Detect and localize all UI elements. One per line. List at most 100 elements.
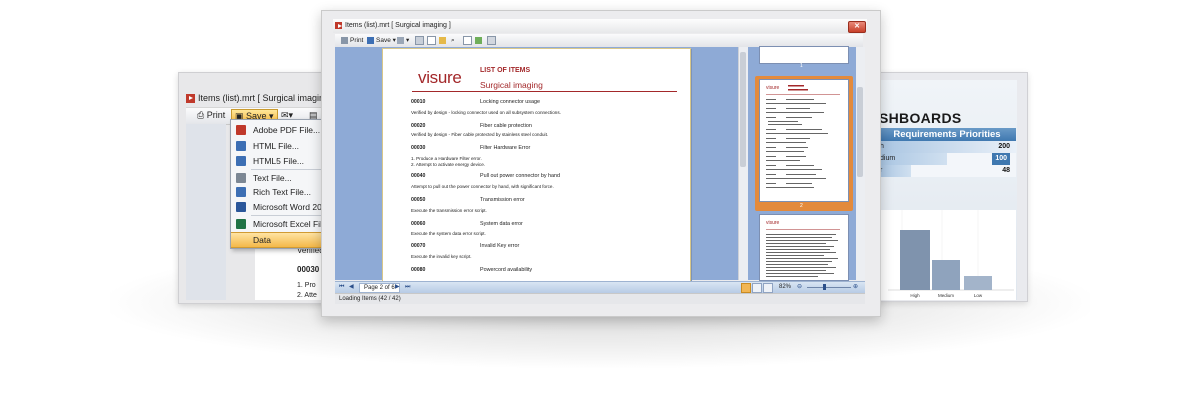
thumbnail-line <box>766 151 804 152</box>
bookmarks-button[interactable] <box>415 34 426 47</box>
thumbnail-line <box>766 183 776 184</box>
page-view-button[interactable] <box>463 34 474 47</box>
thumbnail-line <box>786 117 812 118</box>
bookmarks-icon <box>415 35 424 45</box>
print-button[interactable]: Print <box>341 34 363 47</box>
item-name: System data error <box>480 221 523 227</box>
item-description: Execute the transmission error script. <box>411 208 487 213</box>
thumbnail-line <box>766 133 828 134</box>
item-code: 00060 <box>411 221 426 227</box>
thumbnail-line <box>766 156 776 157</box>
send-button[interactable]: ▾ <box>397 34 409 47</box>
multi-page-icon[interactable] <box>752 283 762 293</box>
thumbnail-line <box>766 147 776 148</box>
thumbnail-page-1[interactable] <box>760 47 848 63</box>
app-icon <box>186 94 195 104</box>
menu-item-html5[interactable]: HTML5 File... <box>231 154 323 168</box>
zoom-slider[interactable] <box>807 287 851 288</box>
thumbnail-line <box>766 258 838 259</box>
search-button[interactable]: ⌕ <box>451 34 455 47</box>
title-divider <box>412 91 677 92</box>
item-name: Transmission error <box>480 197 525 203</box>
page-text-item-2: 2. Atte <box>297 292 317 299</box>
thumbnail-line <box>786 183 812 184</box>
page-indicator[interactable]: Page 2 of 6 <box>359 283 400 293</box>
thumbnail-line <box>766 234 836 235</box>
scrollbar-thumb[interactable] <box>857 87 863 177</box>
item-name: Fiber cable protection <box>480 123 532 129</box>
thumbnails-scrollbar[interactable] <box>856 47 865 280</box>
menu-item-pdf[interactable]: Adobe PDF File... <box>231 123 323 137</box>
print-button[interactable]: ⎙ Print <box>194 109 228 122</box>
find-button[interactable] <box>439 34 448 47</box>
save-button[interactable]: Save ▾ <box>367 34 396 47</box>
priority-bar <box>878 165 1016 177</box>
layout-button[interactable] <box>475 34 484 47</box>
left-page-preview: Verified 00030 1. Pro 2. Atte <box>255 240 325 300</box>
thumbnail-line <box>766 160 800 161</box>
page-width-icon[interactable] <box>763 283 773 293</box>
thumbnail-line <box>766 267 836 268</box>
thumbnail-line <box>766 112 824 113</box>
thumbnail-line <box>766 174 776 175</box>
thumbnail-line <box>766 169 822 170</box>
thumbnail-subtitle-line <box>788 89 808 91</box>
item-description: 2. Attempt to activate energy device. <box>411 162 486 167</box>
thumbnail-page-3[interactable]: visure <box>760 215 848 280</box>
first-page-icon[interactable]: ⏮ <box>339 282 344 293</box>
rtf-icon <box>236 187 246 197</box>
item-name: Locking connector usage <box>480 99 540 105</box>
report-title: LIST OF ITEMS <box>480 67 531 74</box>
html-icon <box>236 141 246 151</box>
layout-icon <box>475 36 482 44</box>
thumbnail-logo: visure <box>766 220 780 226</box>
thumbnail-title-line <box>788 85 804 87</box>
thumbnail-content: visure <box>766 85 840 188</box>
zoom-in-icon[interactable]: ⊕ <box>853 282 858 293</box>
menu-item-data[interactable]: Data <box>231 232 323 248</box>
zoom-out-icon[interactable]: ⊖ <box>797 282 802 293</box>
previous-page-icon[interactable]: ◀ <box>349 282 354 293</box>
single-page-icon[interactable] <box>741 283 751 293</box>
thumbnail-page-2[interactable]: visure <box>760 80 848 201</box>
item-description: Execute the invalid key script. <box>411 254 472 259</box>
thumbnail-divider <box>766 229 840 230</box>
thumbnail-line <box>766 276 818 277</box>
menu-item-html[interactable]: HTML File... <box>231 139 323 153</box>
html5-icon <box>236 156 246 166</box>
menu-item-excel[interactable]: Microsoft Excel File... <box>231 217 323 231</box>
page-text-code: 00030 <box>297 265 320 274</box>
center-window-title: Items (list).mrt [ Surgical imaging ] <box>345 22 451 29</box>
menu-item-rtf[interactable]: Rich Text File... <box>231 185 323 199</box>
scrollbar-thumb[interactable] <box>740 52 746 167</box>
menu-separator <box>251 169 321 170</box>
menu-item-text[interactable]: Text File... <box>231 171 323 185</box>
next-page-icon[interactable]: ▶ <box>395 282 400 293</box>
page-vertical-scrollbar[interactable] <box>738 47 748 280</box>
item-code: 00040 <box>411 173 426 179</box>
item-name: Powercord availability <box>480 267 533 273</box>
pdf-icon <box>236 125 246 135</box>
thumbnail-line <box>766 246 834 247</box>
thumbnail-line <box>766 270 826 271</box>
last-page-icon[interactable]: ⏭ <box>405 282 410 293</box>
thumbnail-logo: visure <box>766 85 780 91</box>
thumbnails-button[interactable] <box>427 34 438 47</box>
excel-icon <box>236 219 246 229</box>
fullscreen-button[interactable] <box>487 34 498 47</box>
send-icon <box>397 36 404 44</box>
item-description: Verified by design - locking connector u… <box>411 110 561 115</box>
thumbnail-line <box>766 255 824 256</box>
binoculars-icon: ⌕ <box>451 37 455 44</box>
find-icon <box>439 36 446 44</box>
menu-item-word[interactable]: Microsoft Word 2007/ <box>231 200 323 214</box>
zoom-slider-handle[interactable] <box>823 284 826 290</box>
chart-bar-medium <box>932 260 960 290</box>
thumbnail-line <box>786 99 814 100</box>
chart-bar-low <box>964 276 992 290</box>
thumbnail-line <box>766 99 776 100</box>
close-button[interactable]: ✕ <box>848 21 866 33</box>
chart-label-high: High <box>910 293 920 298</box>
status-text: Loading Items (42 / 42) <box>339 296 401 302</box>
thumbnail-line <box>768 121 798 122</box>
